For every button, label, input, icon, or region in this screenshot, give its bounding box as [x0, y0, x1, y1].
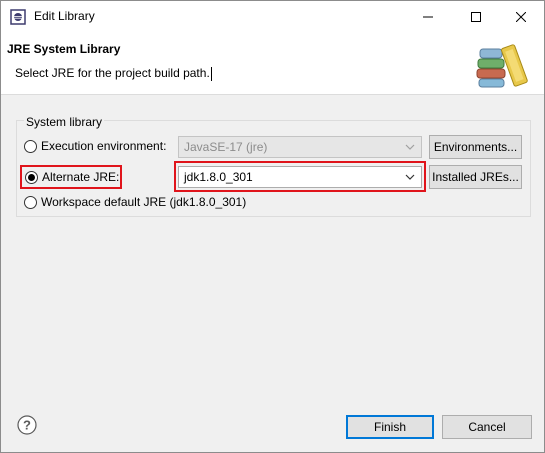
minimize-button[interactable]: [405, 1, 451, 32]
execution-environment-select: JavaSE-17 (jre): [178, 136, 422, 158]
finish-button-label: Finish: [373, 420, 406, 434]
alternate-jre-radio[interactable]: Alternate JRE:: [25, 170, 119, 184]
radio-circle: [24, 195, 37, 209]
library-books-icon: [476, 44, 528, 88]
installed-jres-button-label: Installed JREs...: [432, 170, 519, 184]
cancel-button-label: Cancel: [468, 420, 506, 434]
close-icon: [516, 11, 526, 22]
maximize-button[interactable]: [453, 1, 499, 32]
edit-library-dialog: Edit Library JRE System Library Select J…: [0, 0, 545, 453]
text-caret: [210, 66, 212, 81]
installed-jres-button[interactable]: Installed JREs...: [429, 165, 522, 189]
minimize-icon: [423, 16, 433, 17]
radio-circle-checked: [25, 170, 38, 184]
chevron-down-icon: [405, 144, 415, 150]
title-bar: Edit Library: [1, 1, 544, 32]
cancel-button[interactable]: Cancel: [442, 415, 532, 439]
close-button[interactable]: [498, 1, 544, 32]
alternate-jre-value: jdk1.8.0_301: [184, 170, 253, 184]
alternate-jre-select[interactable]: jdk1.8.0_301: [178, 166, 422, 188]
svg-text:?: ?: [23, 418, 31, 433]
execution-environment-radio[interactable]: Execution environment:: [24, 139, 166, 153]
execution-environment-label: Execution environment:: [41, 139, 167, 153]
maximize-icon: [471, 11, 481, 22]
header-description: Select JRE for the project build path.: [15, 66, 212, 81]
chevron-down-icon: [405, 174, 415, 180]
system-library-label: System library: [24, 115, 105, 129]
help-icon[interactable]: ?: [17, 415, 37, 435]
workspace-default-radio[interactable]: Workspace default JRE (jdk1.8.0_301): [24, 195, 246, 209]
radio-circle: [24, 139, 37, 153]
alternate-jre-label: Alternate JRE:: [42, 170, 120, 184]
workspace-default-label: Workspace default JRE (jdk1.8.0_301): [41, 195, 247, 209]
eclipse-app-icon: [10, 9, 26, 25]
window-title: Edit Library: [34, 9, 95, 23]
execution-environment-value: JavaSE-17 (jre): [184, 140, 268, 154]
environments-button[interactable]: Environments...: [429, 135, 522, 159]
environments-button-label: Environments...: [433, 140, 518, 154]
dialog-header: JRE System Library Select JRE for the pr…: [1, 32, 544, 95]
header-title: JRE System Library: [7, 42, 121, 56]
finish-button[interactable]: Finish: [346, 415, 434, 439]
